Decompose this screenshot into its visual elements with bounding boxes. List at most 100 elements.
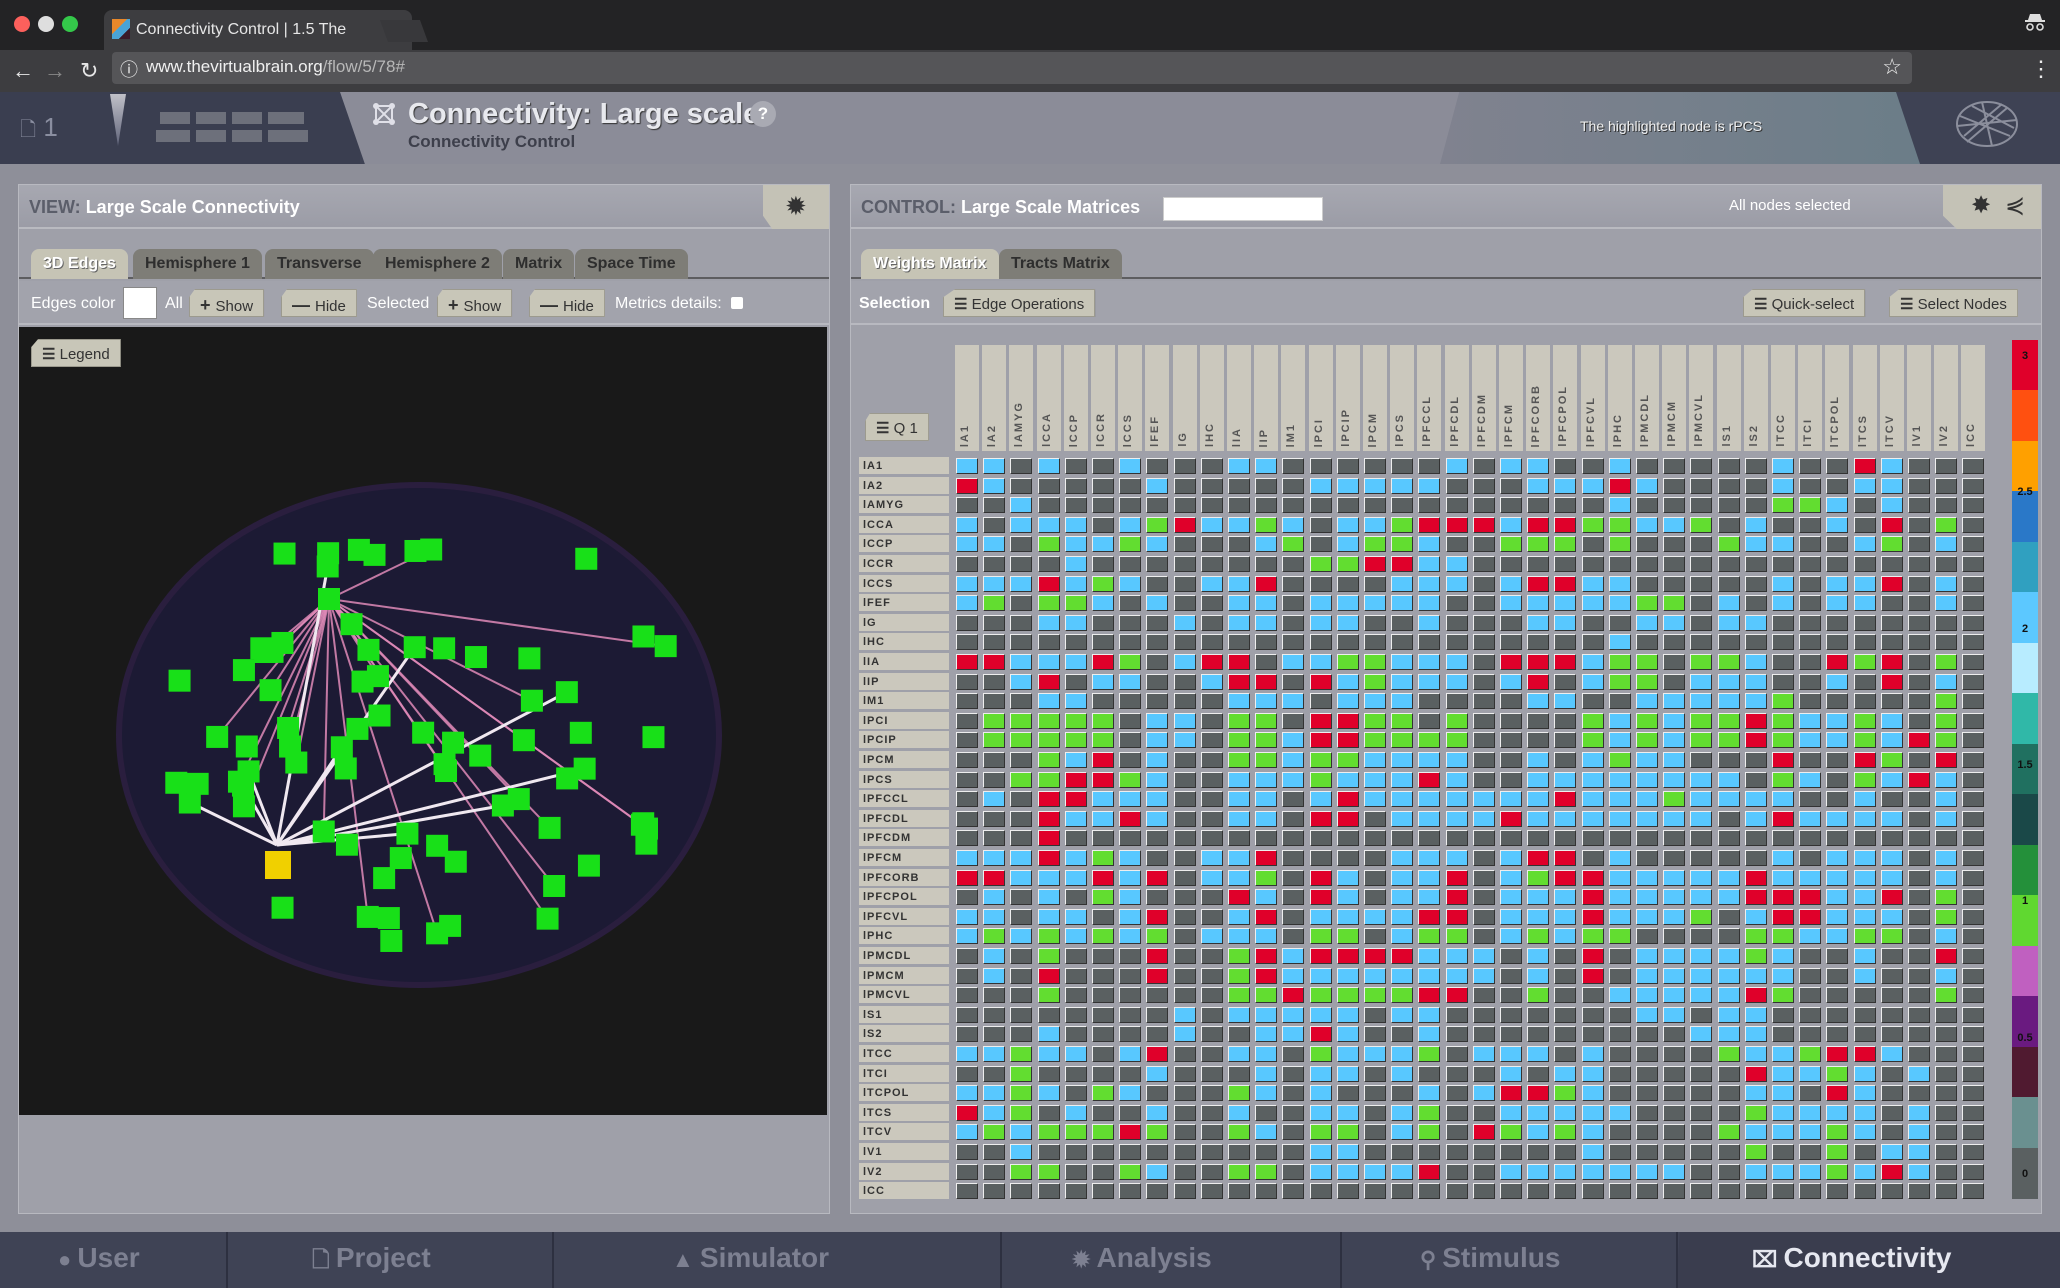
matrix-cell[interactable]	[1500, 1006, 1522, 1023]
matrix-cell[interactable]	[1717, 908, 1740, 925]
matrix-cell[interactable]	[1173, 1006, 1196, 1023]
matrix-cell[interactable]	[983, 987, 1006, 1004]
matrix-cell[interactable]	[1173, 869, 1196, 886]
matrix-cell[interactable]	[1772, 948, 1794, 964]
matrix-cell[interactable]	[1935, 732, 1958, 749]
matrix-cell[interactable]	[1554, 497, 1577, 514]
matrix-cell[interactable]	[1445, 810, 1468, 827]
matrix-cell[interactable]	[1255, 614, 1278, 631]
matrix-cell[interactable]	[1799, 614, 1822, 631]
matrix-cell[interactable]	[1472, 771, 1495, 788]
matrix-cell[interactable]	[1826, 771, 1849, 788]
matrix-cell[interactable]	[1935, 889, 1958, 906]
matrix-cell[interactable]	[1527, 634, 1550, 651]
matrix-cell[interactable]	[1880, 928, 1903, 945]
matrix-cell[interactable]	[1472, 1183, 1495, 1200]
matrix-cell[interactable]	[1581, 595, 1604, 612]
matrix-cell[interactable]	[1880, 1104, 1903, 1121]
matrix-cell[interactable]	[956, 575, 978, 592]
matrix-cell[interactable]	[1853, 516, 1876, 533]
matrix-cell[interactable]	[1880, 654, 1903, 670]
matrix-cell[interactable]	[1853, 614, 1876, 631]
matrix-cell[interactable]	[1908, 830, 1930, 847]
matrix-cell[interactable]	[1200, 556, 1223, 572]
matrix-cell[interactable]	[983, 575, 1006, 592]
matrix-cell[interactable]	[1391, 556, 1414, 572]
site-info-icon[interactable]: ⓘ	[120, 56, 138, 82]
matrix-cell[interactable]	[1636, 575, 1658, 592]
matrix-cell[interactable]	[1581, 1065, 1604, 1082]
matrix-cell[interactable]	[1853, 458, 1876, 474]
matrix-cell[interactable]	[1962, 1026, 1985, 1043]
matrix-cell[interactable]	[1173, 458, 1196, 474]
matrix-cell[interactable]	[1636, 1026, 1658, 1043]
matrix-cell[interactable]	[983, 1006, 1006, 1023]
matrix-cell[interactable]	[1962, 536, 1985, 553]
matrix-cell[interactable]	[1826, 830, 1849, 847]
matrix-cell[interactable]	[1309, 516, 1332, 533]
matrix-cell[interactable]	[1744, 654, 1767, 670]
matrix-cell[interactable]	[1799, 497, 1822, 514]
matrix-cell[interactable]	[1608, 1124, 1631, 1141]
matrix-cell[interactable]	[1880, 556, 1903, 572]
matrix-cell[interactable]	[1554, 654, 1577, 670]
matrix-cell[interactable]	[1119, 595, 1142, 612]
matrix-cell[interactable]	[1119, 732, 1142, 749]
matrix-cell[interactable]	[1772, 830, 1794, 847]
matrix-cell[interactable]	[983, 1163, 1006, 1180]
matrix-cell[interactable]	[1908, 536, 1930, 553]
matrix-cell[interactable]	[1228, 1026, 1250, 1043]
matrix-cell[interactable]	[983, 458, 1006, 474]
matrix-cell[interactable]	[1880, 1085, 1903, 1102]
matrix-cell[interactable]	[1282, 673, 1305, 690]
matrix-cell[interactable]	[1608, 752, 1631, 768]
matrix-cell[interactable]	[1608, 1046, 1631, 1062]
matrix-cell[interactable]	[1010, 1124, 1033, 1141]
matrix-cell[interactable]	[1200, 712, 1223, 729]
matrix-cell[interactable]	[1173, 810, 1196, 827]
matrix-cell[interactable]	[1092, 1085, 1114, 1102]
matrix-cell[interactable]	[1663, 634, 1686, 651]
matrix-cell[interactable]	[956, 1046, 978, 1062]
matrix-cell[interactable]	[1336, 1006, 1359, 1023]
matrix-cell[interactable]	[1717, 948, 1740, 964]
matrix-cell[interactable]	[1690, 948, 1713, 964]
matrix-cell[interactable]	[1962, 634, 1985, 651]
matrix-cell[interactable]	[1092, 536, 1114, 553]
matrix-cell[interactable]	[1119, 869, 1142, 886]
matrix-cell[interactable]	[1717, 1144, 1740, 1160]
matrix-cell[interactable]	[956, 732, 978, 749]
matrix-cell[interactable]	[1200, 1026, 1223, 1043]
matrix-cell[interactable]	[983, 967, 1006, 984]
matrix-cell[interactable]	[1064, 771, 1087, 788]
matrix-cell[interactable]	[1064, 1124, 1087, 1141]
matrix-cell[interactable]	[1663, 1026, 1686, 1043]
matrix-cell[interactable]	[1690, 771, 1713, 788]
matrix-cell[interactable]	[1391, 830, 1414, 847]
matrix-cell[interactable]	[1690, 928, 1713, 945]
matrix-cell[interactable]	[1146, 556, 1169, 572]
matrix-cell[interactable]	[1935, 575, 1958, 592]
matrix-cell[interactable]	[1663, 1163, 1686, 1180]
matrix-cell[interactable]	[956, 771, 978, 788]
matrix-cell[interactable]	[1663, 497, 1686, 514]
matrix-cell[interactable]	[1200, 1065, 1223, 1082]
matrix-cell[interactable]	[1826, 477, 1849, 494]
matrix-cell[interactable]	[1228, 497, 1250, 514]
matrix-cell[interactable]	[1935, 850, 1958, 866]
matrix-cell[interactable]	[1228, 1006, 1250, 1023]
matrix-cell[interactable]	[1309, 712, 1332, 729]
matrix-cell[interactable]	[1717, 477, 1740, 494]
matrix-cell[interactable]	[983, 595, 1006, 612]
matrix-cell[interactable]	[1364, 1006, 1386, 1023]
matrix-cell[interactable]	[1690, 595, 1713, 612]
matrix-cell[interactable]	[1037, 948, 1060, 964]
column-header[interactable]: lS1	[1716, 345, 1741, 451]
matrix-cell[interactable]	[1608, 948, 1631, 964]
matrix-cell[interactable]	[1010, 1085, 1033, 1102]
matrix-cell[interactable]	[1527, 693, 1550, 710]
matrix-cell[interactable]	[983, 1104, 1006, 1121]
matrix-cell[interactable]	[1119, 712, 1142, 729]
matrix-cell[interactable]	[1309, 1144, 1332, 1160]
matrix-cell[interactable]	[1853, 654, 1876, 670]
